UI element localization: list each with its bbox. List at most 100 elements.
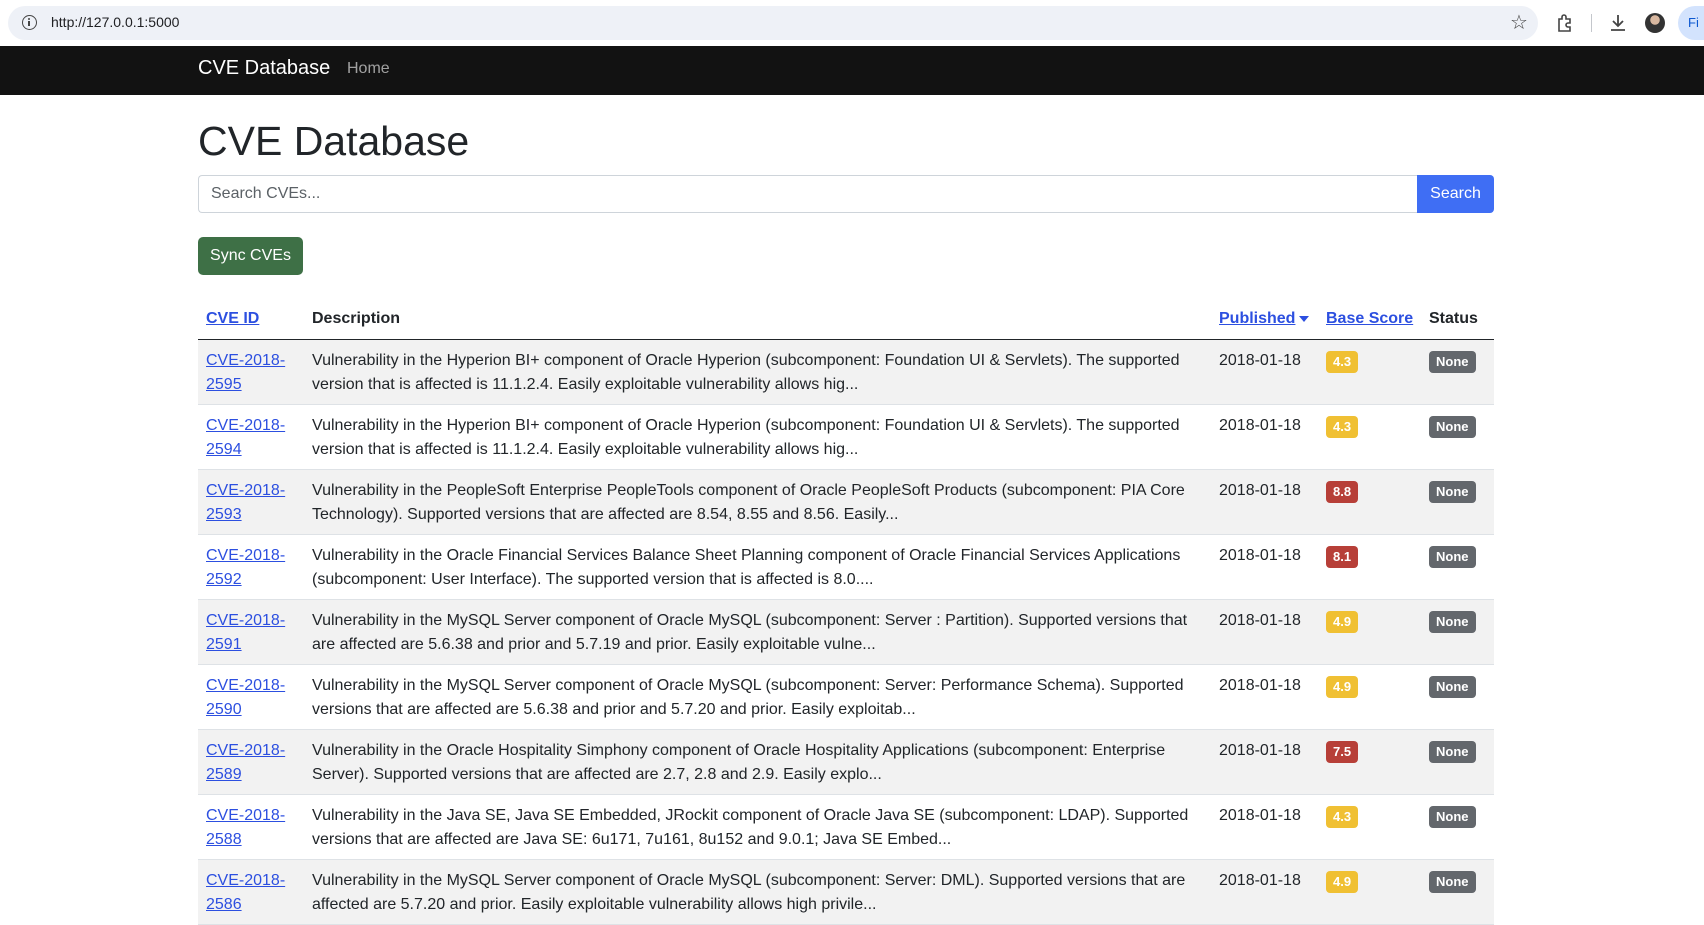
- table-row: CVE-2018- 2588 Vulnerability in the Java …: [198, 794, 1494, 860]
- description-cell: Vulnerability in the Oracle Hospitality …: [304, 729, 1211, 795]
- status-badge: None: [1429, 350, 1476, 373]
- cve-id-cell: CVE-2018- 2595: [198, 339, 304, 405]
- published-cell: 2018-01-18: [1211, 469, 1318, 535]
- status-badge: None: [1429, 545, 1476, 568]
- download-icon[interactable]: [1606, 11, 1630, 35]
- cve-id-link[interactable]: CVE-2018- 2591: [206, 612, 285, 653]
- score-badge: 7.5: [1326, 740, 1359, 763]
- base-score-cell: 4.3: [1318, 404, 1421, 470]
- base-score-cell: 4.9: [1318, 664, 1421, 730]
- header-published[interactable]: Published: [1211, 299, 1318, 340]
- cve-id-cell: CVE-2018- 2592: [198, 534, 304, 600]
- published-cell: 2018-01-18: [1211, 664, 1318, 730]
- published-cell: 2018-01-18: [1211, 729, 1318, 795]
- base-score-cell: 8.8: [1318, 469, 1421, 535]
- address-bar[interactable]: http://127.0.0.1:5000 ☆: [8, 6, 1538, 40]
- published-cell: 2018-01-18: [1211, 404, 1318, 470]
- table-row: CVE-2018- 2586 Vulnerability in the MySQL…: [198, 859, 1494, 925]
- description-cell: Vulnerability in the Hyperion BI+ compon…: [304, 339, 1211, 405]
- status-badge: None: [1429, 870, 1476, 893]
- base-score-cell: 4.3: [1318, 339, 1421, 405]
- cve-id-cell: CVE-2018- 2586: [198, 859, 304, 925]
- table-body: CVE-2018- 2595 Vulnerability in the Hyper…: [198, 339, 1494, 925]
- status-badge: None: [1429, 610, 1476, 633]
- table-row: CVE-2018- 2591 Vulnerability in the MySQL…: [198, 599, 1494, 665]
- toolbar-separator: [1591, 14, 1592, 32]
- status-cell: None: [1421, 664, 1494, 730]
- header-status: Status: [1421, 299, 1494, 340]
- bookmark-star-icon[interactable]: ☆: [1510, 11, 1528, 35]
- nav-home-link[interactable]: Home: [347, 58, 390, 80]
- table-header-row: CVE ID Description Published Base Score …: [198, 299, 1494, 340]
- search-input[interactable]: [198, 175, 1418, 213]
- table-row: CVE-2018- 2590 Vulnerability in the MySQL…: [198, 664, 1494, 730]
- cve-id-link[interactable]: CVE-2018- 2588: [206, 807, 285, 848]
- page-title: CVE Database: [198, 118, 470, 164]
- description-cell: Vulnerability in the Oracle Financial Se…: [304, 534, 1211, 600]
- browser-toolbar: http://127.0.0.1:5000 ☆ Fi: [0, 0, 1704, 46]
- score-badge: 4.3: [1326, 805, 1359, 828]
- profile-avatar[interactable]: [1645, 13, 1665, 33]
- table-row: CVE-2018- 2594 Vulnerability in the Hyper…: [198, 404, 1494, 470]
- score-badge: 4.3: [1326, 415, 1359, 438]
- score-badge: 4.3: [1326, 350, 1359, 373]
- score-badge: 4.9: [1326, 675, 1359, 698]
- site-info-icon[interactable]: [22, 15, 37, 30]
- score-badge: 4.9: [1326, 610, 1359, 633]
- sort-base-score-link[interactable]: Base Score: [1326, 310, 1413, 327]
- published-cell: 2018-01-18: [1211, 534, 1318, 600]
- description-cell: Vulnerability in the MySQL Server compon…: [304, 859, 1211, 925]
- cve-id-link[interactable]: CVE-2018- 2592: [206, 547, 285, 588]
- search-button[interactable]: Search: [1417, 175, 1494, 213]
- cve-id-link[interactable]: CVE-2018- 2589: [206, 742, 285, 783]
- cve-id-cell: CVE-2018- 2590: [198, 664, 304, 730]
- header-base-score[interactable]: Base Score: [1318, 299, 1421, 340]
- cve-id-link[interactable]: CVE-2018- 2595: [206, 352, 285, 393]
- status-cell: None: [1421, 794, 1494, 860]
- base-score-cell: 4.9: [1318, 599, 1421, 665]
- published-cell: 2018-01-18: [1211, 339, 1318, 405]
- header-cve-id[interactable]: CVE ID: [198, 299, 304, 340]
- score-badge: 8.1: [1326, 545, 1359, 568]
- sort-published-link[interactable]: Published: [1219, 310, 1295, 327]
- sync-cves-button[interactable]: Sync CVEs: [198, 237, 303, 275]
- navbar-brand[interactable]: CVE Database: [198, 56, 330, 80]
- sort-cve-id-link[interactable]: CVE ID: [206, 310, 259, 327]
- status-cell: None: [1421, 339, 1494, 405]
- status-cell: None: [1421, 404, 1494, 470]
- score-badge: 4.9: [1326, 870, 1359, 893]
- status-badge: None: [1429, 740, 1476, 763]
- cve-table: CVE ID Description Published Base Score …: [198, 299, 1494, 925]
- cve-id-link[interactable]: CVE-2018- 2594: [206, 417, 285, 458]
- published-cell: 2018-01-18: [1211, 859, 1318, 925]
- base-score-cell: 4.9: [1318, 859, 1421, 925]
- status-cell: None: [1421, 729, 1494, 795]
- extensions-icon[interactable]: [1553, 11, 1577, 35]
- table-row: CVE-2018- 2593 Vulnerability in the Peopl…: [198, 469, 1494, 535]
- description-cell: Vulnerability in the Hyperion BI+ compon…: [304, 404, 1211, 470]
- cve-id-cell: CVE-2018- 2594: [198, 404, 304, 470]
- base-score-cell: 8.1: [1318, 534, 1421, 600]
- status-badge: None: [1429, 675, 1476, 698]
- cve-id-link[interactable]: CVE-2018- 2590: [206, 677, 285, 718]
- cve-id-cell: CVE-2018- 2593: [198, 469, 304, 535]
- cve-id-link[interactable]: CVE-2018- 2593: [206, 482, 285, 523]
- cve-id-link[interactable]: CVE-2018- 2586: [206, 872, 285, 913]
- header-description: Description: [304, 299, 1211, 340]
- description-cell: Vulnerability in the MySQL Server compon…: [304, 599, 1211, 665]
- cve-id-cell: CVE-2018- 2588: [198, 794, 304, 860]
- url-text[interactable]: http://127.0.0.1:5000: [51, 14, 179, 30]
- status-badge: None: [1429, 480, 1476, 503]
- description-cell: Vulnerability in the Java SE, Java SE Em…: [304, 794, 1211, 860]
- status-cell: None: [1421, 469, 1494, 535]
- base-score-cell: 7.5: [1318, 729, 1421, 795]
- navbar: CVE Database Home: [0, 46, 1704, 95]
- published-cell: 2018-01-18: [1211, 599, 1318, 665]
- base-score-cell: 4.3: [1318, 794, 1421, 860]
- status-cell: None: [1421, 534, 1494, 600]
- status-badge: None: [1429, 805, 1476, 828]
- profile-button[interactable]: Fi: [1678, 6, 1704, 40]
- status-cell: None: [1421, 859, 1494, 925]
- table-row: CVE-2018- 2595 Vulnerability in the Hyper…: [198, 339, 1494, 405]
- description-cell: Vulnerability in the MySQL Server compon…: [304, 664, 1211, 730]
